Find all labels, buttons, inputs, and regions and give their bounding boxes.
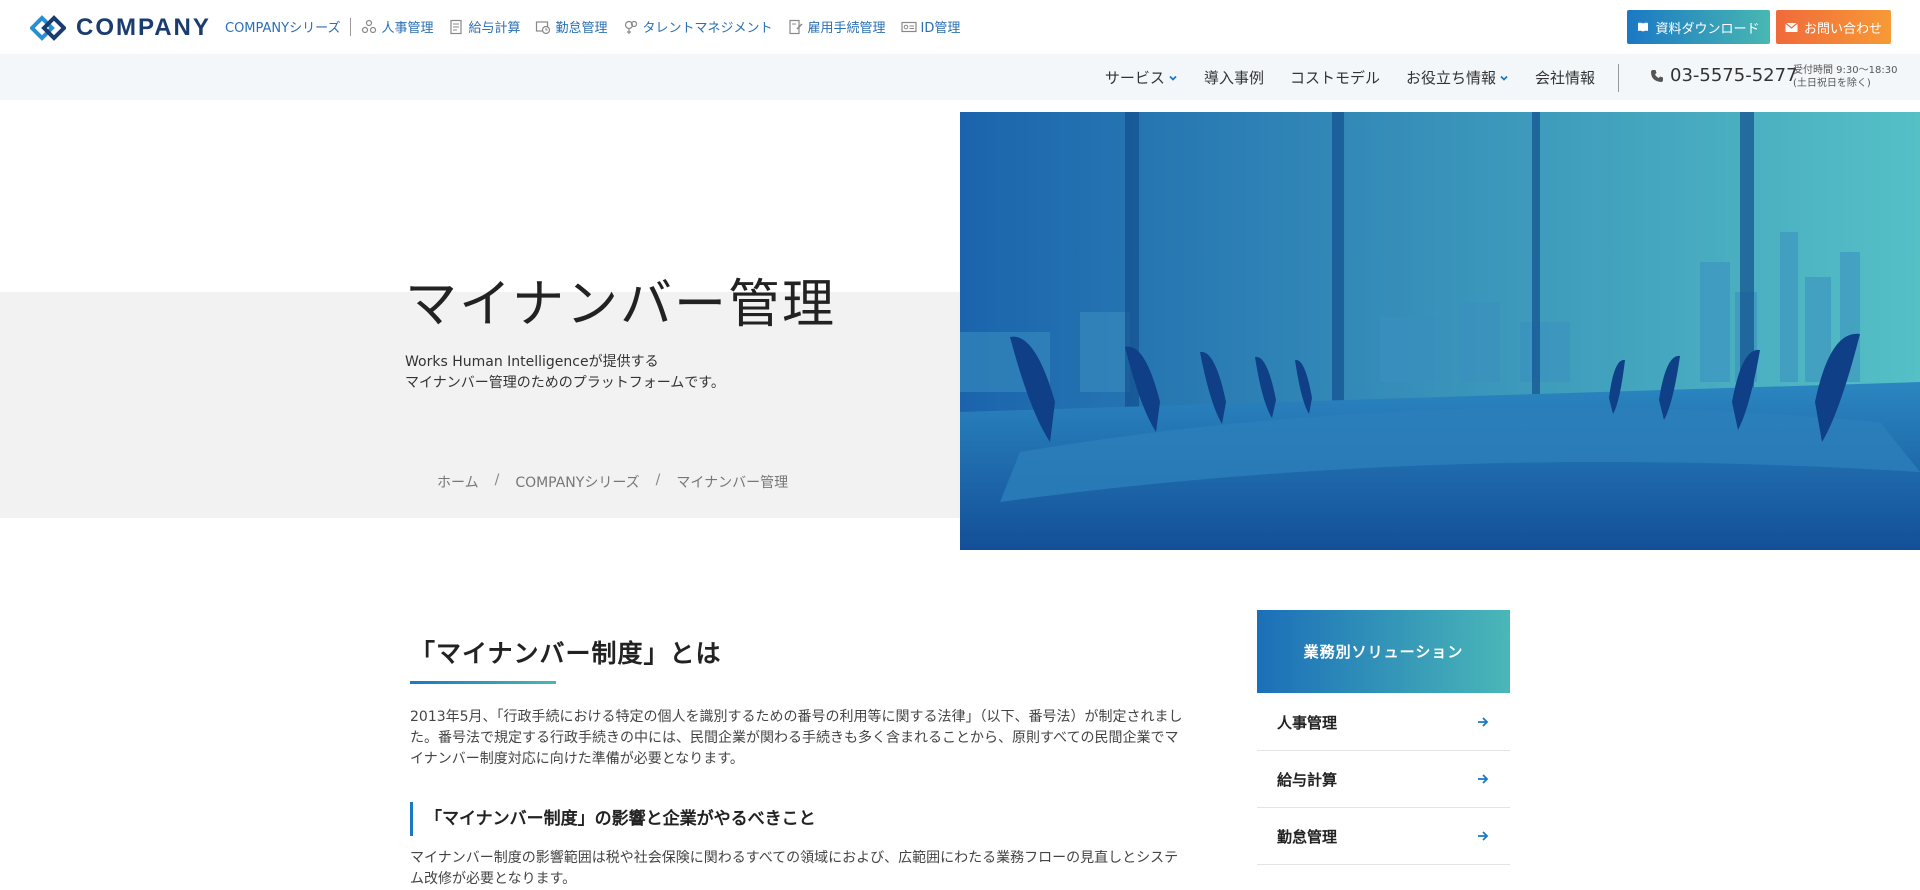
business-hours-line2: (土日祝日を除く) <box>1793 78 1871 89</box>
mail-icon <box>1785 22 1798 32</box>
nav-item-label: サービス <box>1104 69 1165 87</box>
breadcrumb-separator: / <box>494 472 500 488</box>
sidebar-item-label: 勤怠管理 <box>1277 827 1338 846</box>
nav-item-cases[interactable]: 導入事例 <box>1204 67 1264 88</box>
logo-mark-icon <box>30 15 66 41</box>
sidebar-item-payroll[interactable]: 給与計算 <box>1257 751 1510 808</box>
breadcrumb-separator: / <box>655 472 661 488</box>
clock-icon <box>536 20 551 34</box>
series-item-talent[interactable]: タレントマネジメント <box>623 17 773 36</box>
breadcrumb-home[interactable]: ホーム <box>437 472 479 492</box>
contact-button-label: お問い合わせ <box>1803 21 1882 37</box>
people-icon <box>362 19 377 33</box>
series-item-label: 雇用手続管理 <box>807 21 886 36</box>
form-icon <box>788 19 803 34</box>
nav-item-label: コストモデル <box>1289 69 1380 87</box>
nav-divider <box>1618 64 1619 92</box>
document-icon <box>450 19 463 34</box>
arrow-right-icon <box>1478 831 1489 841</box>
series-item-label: 給与計算 <box>468 21 521 36</box>
conference-room-illustration <box>960 112 1920 550</box>
intro-paragraph: 2013年5月、「行政手続における特定の個人を識別するための番号の利用等に関する… <box>410 709 1183 767</box>
chevron-down-icon <box>1500 75 1508 81</box>
impact-paragraph: マイナンバー制度の影響範囲は税や社会保険に関わるすべての領域におよび、広範囲にわ… <box>410 850 1179 887</box>
nav-item-cost-model[interactable]: コストモデル <box>1290 67 1380 88</box>
download-button-label: 資料ダウンロード <box>1655 21 1760 37</box>
series-item-attendance[interactable]: 勤怠管理 <box>535 17 608 36</box>
nav-item-label: 会社情報 <box>1534 69 1595 87</box>
series-link[interactable]: COMPANYシリーズ <box>225 17 340 36</box>
section-title: 「マイナンバー制度」とは <box>410 639 722 668</box>
arrow-right-icon <box>1478 717 1489 727</box>
series-nav: COMPANYシリーズ 人事管理 給与計算 勤怠管理 タレントマネジメント 雇用… <box>225 17 975 36</box>
business-hours-line1: 受付時間 9:30〜18:30 <box>1793 65 1898 76</box>
section-title-underline <box>410 681 556 684</box>
sub-section-title: 「マイナンバー制度」の影響と企業がやるべきこと <box>410 802 816 836</box>
sidebar-item-label: 給与計算 <box>1277 770 1338 789</box>
book-icon <box>1638 22 1649 32</box>
arrow-right-icon <box>1478 774 1489 784</box>
sidebar-item-label: 人事管理 <box>1277 713 1338 732</box>
contact-button[interactable]: お問い合わせ <box>1776 10 1891 44</box>
hero-description-line2: マイナンバー管理のためのプラットフォームです。 <box>405 375 725 391</box>
business-hours: 受付時間 9:30〜18:30 (土日祝日を除く) <box>1793 64 1897 90</box>
hero-description-line1: Works Human Intelligenceが提供する <box>405 354 659 370</box>
download-button[interactable]: 資料ダウンロード <box>1627 10 1770 44</box>
sidebar-item-hr[interactable]: 人事管理 <box>1257 694 1510 751</box>
nav-item-resources[interactable]: お役立ち情報 <box>1406 67 1509 88</box>
sidebar-solutions-list: 人事管理 給与計算 勤怠管理 <box>1257 694 1510 865</box>
company-logo[interactable]: COMPANY <box>30 14 211 42</box>
talent-icon <box>624 20 637 34</box>
logo-text: COMPANY <box>76 14 211 41</box>
series-divider <box>350 17 352 36</box>
phone-icon <box>1651 69 1663 82</box>
series-item-id[interactable]: ID管理 <box>900 17 961 36</box>
nav-item-label: お役立ち情報 <box>1405 69 1496 87</box>
series-item-label: 人事管理 <box>381 21 434 36</box>
sidebar-item-attendance[interactable]: 勤怠管理 <box>1257 808 1510 865</box>
breadcrumb: ホーム / COMPANYシリーズ / マイナンバー管理 <box>437 472 788 492</box>
page-title: マイナンバー管理 <box>405 275 836 335</box>
sidebar-heading-text: 業務別ソリューション <box>1303 643 1464 661</box>
chevron-down-icon <box>1169 75 1177 81</box>
nav-item-label: 導入事例 <box>1203 69 1264 87</box>
series-item-payroll[interactable]: 給与計算 <box>448 17 520 36</box>
main-nav-items: サービス 導入事例 コストモデル お役立ち情報 会社情報 <box>1105 67 1595 88</box>
hero-image <box>960 112 1920 550</box>
id-card-icon <box>900 21 917 32</box>
series-item-label: ID管理 <box>920 21 961 36</box>
phone-number-text: 03-5575-5277 <box>1670 65 1798 86</box>
series-item-hr[interactable]: 人事管理 <box>361 17 433 36</box>
sidebar-heading: 業務別ソリューション <box>1257 610 1510 693</box>
top-bar: COMPANY COMPANYシリーズ 人事管理 給与計算 勤怠管理 タレントマ… <box>0 0 1920 54</box>
series-item-employment[interactable]: 雇用手続管理 <box>788 17 886 36</box>
breadcrumb-current: マイナンバー管理 <box>676 475 789 491</box>
main-nav: サービス 導入事例 コストモデル お役立ち情報 会社情報 03-5575-527… <box>0 54 1920 100</box>
series-item-label: 勤怠管理 <box>555 21 608 36</box>
hero-description: Works Human Intelligenceが提供する マイナンバー管理のた… <box>405 352 725 394</box>
breadcrumb-series[interactable]: COMPANYシリーズ <box>515 472 639 492</box>
nav-item-service[interactable]: サービス <box>1105 67 1178 88</box>
series-item-label: タレントマネジメント <box>642 21 773 36</box>
nav-item-company[interactable]: 会社情報 <box>1535 67 1595 88</box>
phone-number[interactable]: 03-5575-5277 <box>1650 65 1798 86</box>
